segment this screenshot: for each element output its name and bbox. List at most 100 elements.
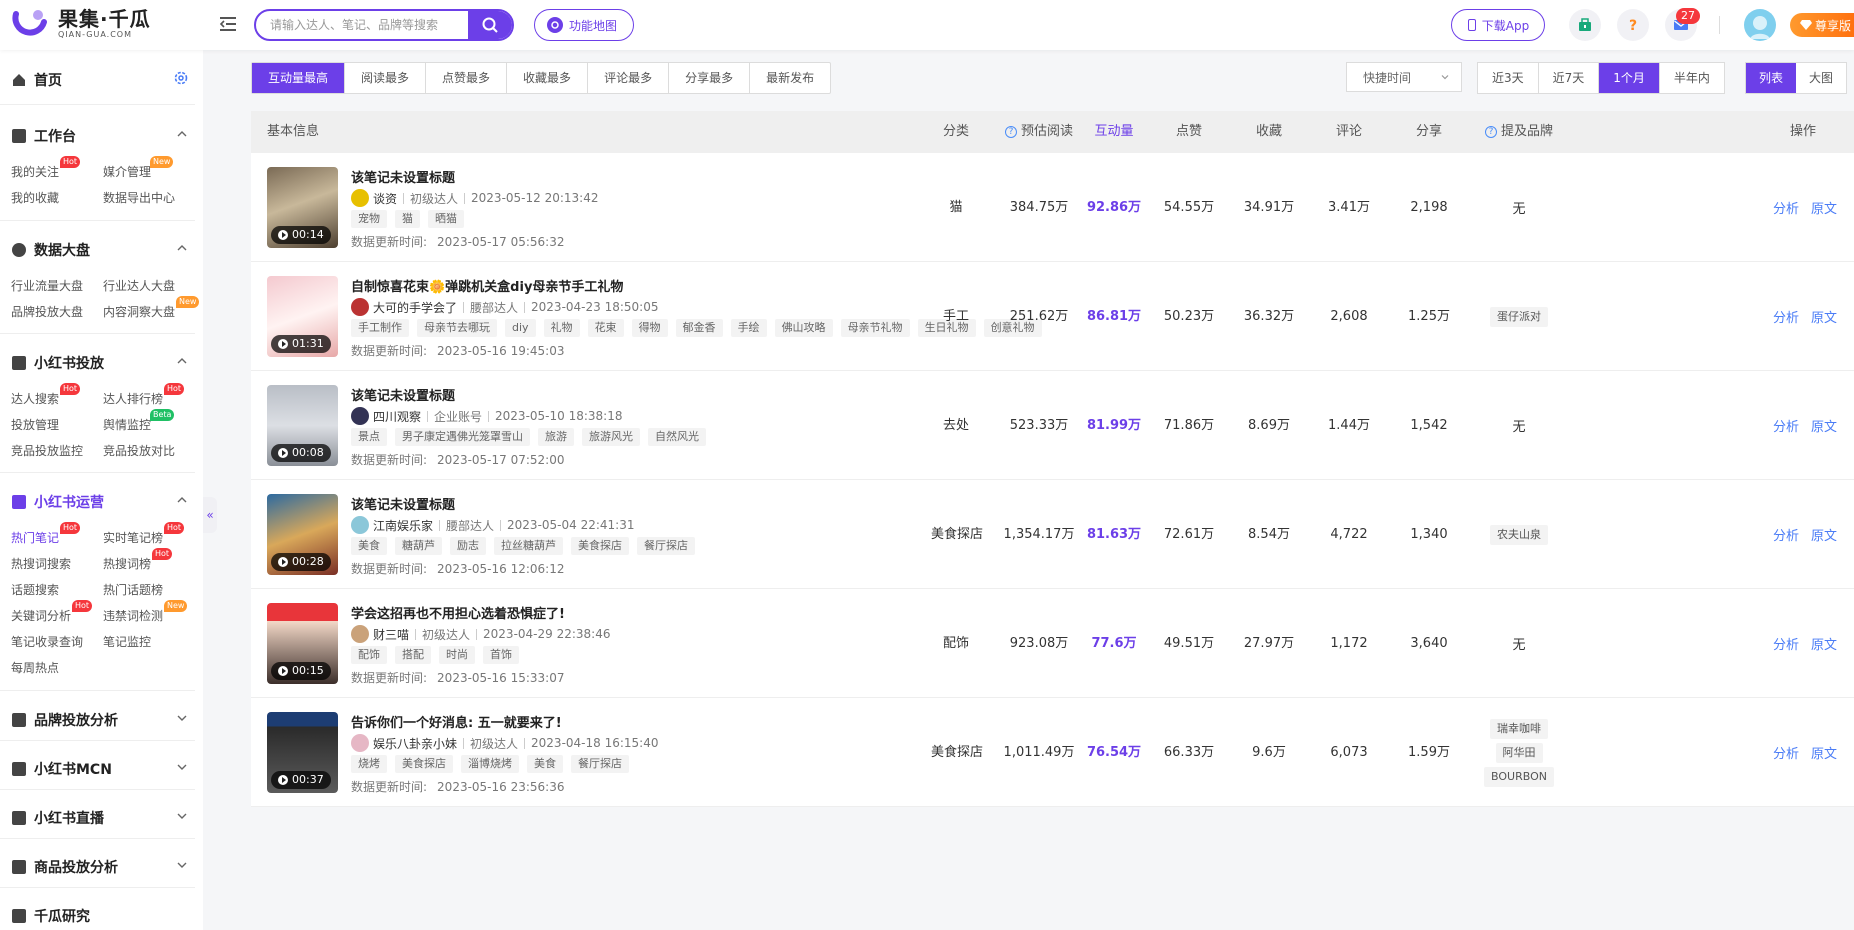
sidebar-item-industry-kol[interactable]: 行业达人大盘 — [103, 277, 175, 294]
sidebar-item-hot-topics[interactable]: 热门话题榜 — [103, 581, 163, 598]
sidebar-item-hot-search-ranking[interactable]: 热搜词榜 — [103, 555, 151, 572]
sidebar-item-hot-search[interactable]: 热搜词搜索 — [11, 555, 71, 572]
note-tag[interactable]: 糖葫芦 — [395, 537, 442, 555]
author-name[interactable]: 江南娱乐家 — [373, 517, 433, 534]
note-tag[interactable]: 配饰 — [351, 646, 387, 664]
note-tag[interactable]: 母亲节去哪玩 — [417, 319, 497, 337]
author-avatar[interactable] — [351, 625, 369, 643]
sidebar-section-workbench[interactable]: 工作台 — [12, 126, 76, 146]
source-link[interactable]: 原文 — [1811, 307, 1837, 326]
table-row[interactable]: 00:37 告诉你们一个好消息: 五一就要来了! 娱乐八卦亲小妹 初级达人 20… — [251, 698, 1854, 807]
brand-chip[interactable]: BOURBON — [1484, 766, 1554, 787]
sidebar-item-content-insight[interactable]: 内容洞察大盘 — [103, 303, 175, 320]
source-link[interactable]: 原文 — [1811, 634, 1837, 653]
toolbox-icon[interactable] — [1569, 9, 1601, 41]
sidebar-item-kol-ranking[interactable]: 达人排行榜 — [103, 390, 163, 407]
download-app-button[interactable]: 下载App — [1451, 9, 1545, 41]
col-favorites[interactable]: 收藏 — [1229, 111, 1309, 153]
sidebar-collapse-button[interactable]: « — [203, 497, 217, 533]
function-map-button[interactable]: 功能地图 — [534, 9, 635, 41]
sort-tab-comments[interactable]: 评论最多 — [588, 63, 670, 93]
note-title[interactable]: 自制惊喜花束🌼弹跳机关盒diy母亲节手工礼物 — [351, 276, 623, 295]
sidebar-section-mcn[interactable]: 小红书MCN — [12, 759, 112, 779]
logo[interactable]: 果集·千瓜 QIAN-GUA.COM — [12, 8, 151, 40]
author-avatar[interactable] — [351, 734, 369, 752]
table-row[interactable]: 00:15 学会这招再也不用担心选着恐惧症了! 财三喵 初级达人 2023-04… — [251, 589, 1854, 698]
sidebar-item-topic-search[interactable]: 话题搜索 — [11, 581, 59, 598]
sidebar-item-industry-traffic[interactable]: 行业流量大盘 — [11, 277, 83, 294]
note-thumbnail[interactable]: 00:28 — [267, 494, 338, 575]
note-title[interactable]: 该笔记未设置标题 — [351, 385, 455, 404]
sidebar-item-competitor-compare[interactable]: 竞品投放对比 — [103, 442, 175, 459]
sort-tab-favorites[interactable]: 收藏最多 — [507, 63, 589, 93]
note-tag[interactable]: 励志 — [450, 537, 486, 555]
sort-tab-likes[interactable]: 点赞最多 — [426, 63, 508, 93]
col-comments[interactable]: 评论 — [1309, 111, 1389, 153]
sidebar-section-research[interactable]: 千瓜研究 — [12, 906, 90, 926]
source-link[interactable]: 原文 — [1811, 416, 1837, 435]
source-link[interactable]: 原文 — [1811, 198, 1837, 217]
note-thumbnail[interactable]: 00:08 — [267, 385, 338, 466]
chevron-up-icon[interactable] — [176, 355, 188, 367]
search-input[interactable] — [256, 11, 466, 39]
note-tag[interactable]: 宠物 — [351, 210, 387, 228]
period-half-year[interactable]: 半年内 — [1660, 63, 1724, 93]
analyze-link[interactable]: 分析 — [1773, 416, 1799, 435]
note-tag[interactable]: diy — [505, 319, 536, 337]
analyze-link[interactable]: 分析 — [1773, 525, 1799, 544]
sort-tab-latest[interactable]: 最新发布 — [750, 63, 830, 93]
sidebar-section-product-analysis[interactable]: 商品投放分析 — [12, 857, 118, 877]
quick-time-select[interactable]: 快捷时间 — [1346, 62, 1462, 92]
sidebar-item-note-monitor[interactable]: 笔记监控 — [103, 633, 151, 650]
sidebar-item-competitor-monitor[interactable]: 竞品投放监控 — [11, 442, 83, 459]
brand-chip[interactable]: 瑞幸咖啡 — [1490, 718, 1548, 739]
col-interactions[interactable]: 互动量 — [1069, 111, 1159, 153]
author-name[interactable]: 四川观察 — [373, 408, 421, 425]
author-name[interactable]: 谈资 — [373, 190, 397, 207]
note-tag[interactable]: 得物 — [631, 319, 668, 337]
note-title[interactable]: 该笔记未设置标题 — [351, 494, 455, 513]
note-tag[interactable]: 餐厅探店 — [637, 537, 695, 555]
sidebar-item-data-export[interactable]: 数据导出中心 — [103, 189, 175, 206]
note-tag[interactable]: 烧烤 — [351, 755, 387, 773]
table-row[interactable]: 01:31 自制惊喜花束🌼弹跳机关盒diy母亲节手工礼物 大可的手学会了 腰部达… — [251, 262, 1854, 371]
user-avatar[interactable] — [1744, 9, 1776, 41]
brand-chip[interactable]: 阿华田 — [1495, 742, 1543, 763]
note-title[interactable]: 该笔记未设置标题 — [351, 167, 455, 186]
note-tag[interactable]: 手绘 — [730, 319, 767, 337]
note-tag[interactable]: 花束 — [587, 319, 624, 337]
note-tag[interactable]: 首饰 — [483, 646, 519, 664]
period-1-month[interactable]: 1个月 — [1599, 63, 1660, 93]
search-button[interactable] — [468, 11, 512, 39]
sidebar-section-live[interactable]: 小红书直播 — [12, 808, 104, 828]
help-icon[interactable]: ? — [1617, 9, 1649, 41]
sort-tab-reads[interactable]: 阅读最多 — [345, 63, 427, 93]
sidebar-item-banned-words[interactable]: 违禁词检测 — [103, 607, 163, 624]
author-avatar[interactable] — [351, 298, 369, 316]
note-tag[interactable]: 淄博烧烤 — [461, 755, 519, 773]
vip-badge[interactable]: 尊享版 — [1790, 13, 1854, 37]
author-name[interactable]: 娱乐八卦亲小妹 — [373, 735, 457, 752]
author-avatar[interactable] — [351, 189, 369, 207]
note-tag[interactable]: 时尚 — [439, 646, 475, 664]
note-tag[interactable]: 郁金香 — [675, 319, 723, 337]
sidebar-item-keyword-analysis[interactable]: 关键词分析 — [11, 607, 71, 624]
note-tag[interactable]: 自然风光 — [648, 428, 706, 446]
source-link[interactable]: 原文 — [1811, 525, 1837, 544]
sidebar-item-delivery-manage[interactable]: 投放管理 — [11, 416, 59, 433]
sidebar-section-dashboard[interactable]: 数据大盘 — [12, 240, 90, 260]
author-name[interactable]: 大可的手学会了 — [373, 299, 457, 316]
brand-chip[interactable]: 农夫山泉 — [1490, 524, 1548, 545]
note-tag[interactable]: 礼物 — [543, 319, 580, 337]
sidebar-item-my-favorites[interactable]: 我的收藏 — [11, 189, 59, 206]
note-tag[interactable]: 手工制作 — [351, 319, 409, 337]
note-tag[interactable]: 餐厅探店 — [571, 755, 629, 773]
note-thumbnail[interactable]: 01:31 — [267, 276, 338, 357]
note-tag[interactable]: 佛山攻略 — [774, 319, 833, 337]
sidebar-item-weekly-hot[interactable]: 每周热点 — [11, 659, 59, 676]
note-tag[interactable]: 景点 — [351, 428, 387, 446]
analyze-link[interactable]: 分析 — [1773, 307, 1799, 326]
note-tag[interactable]: 美食探店 — [571, 537, 629, 555]
note-tag[interactable]: 拉丝糖葫芦 — [494, 537, 563, 555]
note-tag[interactable]: 美食 — [351, 537, 387, 555]
